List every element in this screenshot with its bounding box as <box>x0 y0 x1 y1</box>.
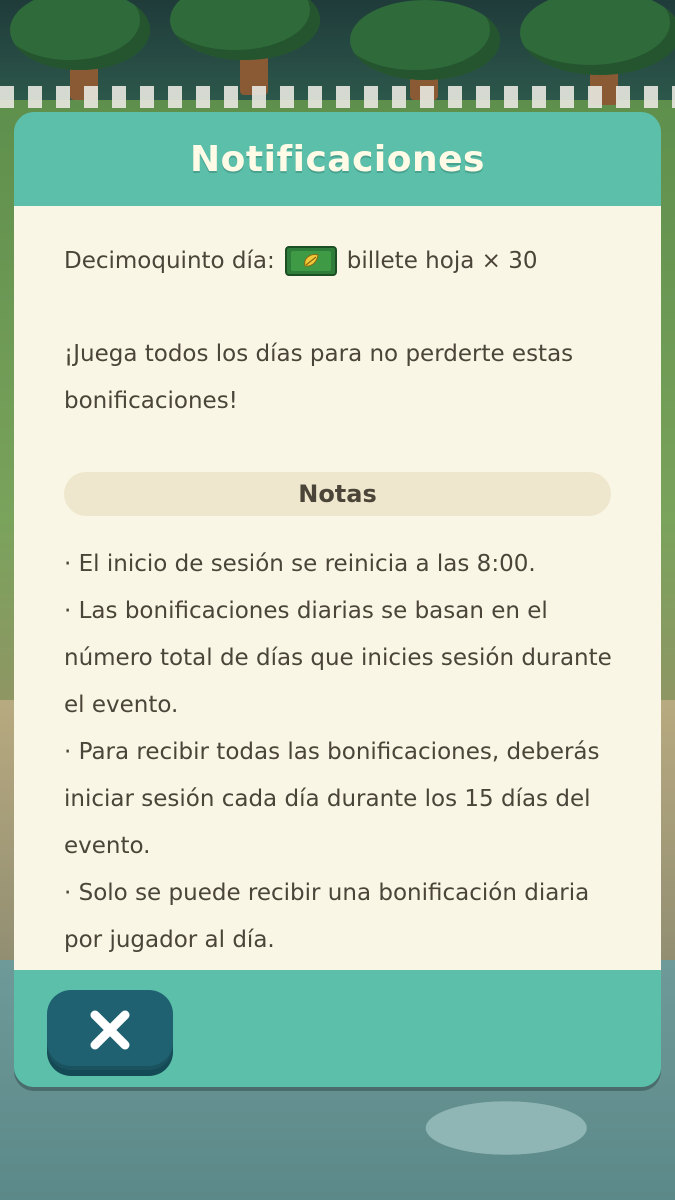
daily-reward-line: Decimoquinto día: billete hoja × 30 <box>64 241 537 281</box>
dialog-title: Notificaciones <box>190 138 485 180</box>
reward-item-text: billete hoja × 30 <box>346 248 538 274</box>
close-button[interactable] <box>47 990 173 1070</box>
fence <box>0 86 675 108</box>
note-item: · Solo se puede recibir una bonificación… <box>64 880 590 953</box>
dialog-content: Decimoquinto día: billete hoja × 30 ¡Jue… <box>14 206 661 970</box>
tree <box>350 0 500 80</box>
close-icon <box>90 1010 130 1050</box>
promo-text: ¡Juega todos los días para no perderte e… <box>64 341 574 414</box>
note-item: · El inicio de sesión se reinicia a las … <box>64 551 536 577</box>
notes-heading: Notas <box>64 472 611 516</box>
leaf-ticket-icon <box>284 246 337 276</box>
notifications-dialog: Notificaciones Decimoquinto día: billete… <box>14 112 661 1087</box>
notes-list: · El inicio de sesión se reinicia a las … <box>64 541 634 964</box>
note-item: · Las bonificaciones diarias se basan en… <box>64 598 612 718</box>
note-item: · Para recibir todas las bonificaciones,… <box>64 739 600 859</box>
reward-day-label: Decimoquinto día: <box>64 248 275 274</box>
dialog-footer <box>14 970 661 1087</box>
